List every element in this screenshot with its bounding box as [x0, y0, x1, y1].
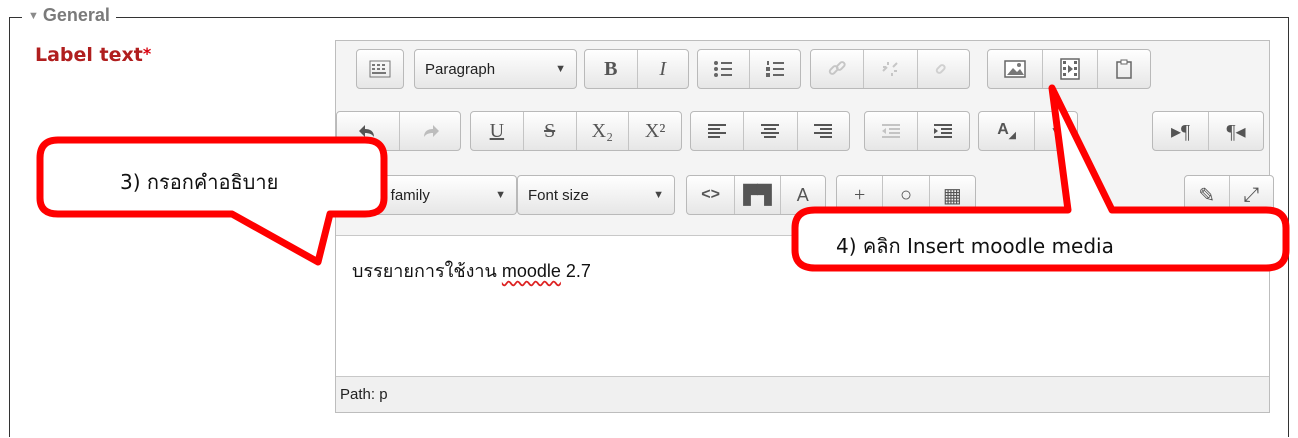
callout-step4-text: 4) คลิก Insert moodle media [836, 234, 1114, 258]
callout-overlay [36, 84, 1290, 272]
callout-step3-bubble [36, 136, 388, 266]
callout-step3-text: 3) กรอกคำอธิบาย [120, 170, 279, 194]
